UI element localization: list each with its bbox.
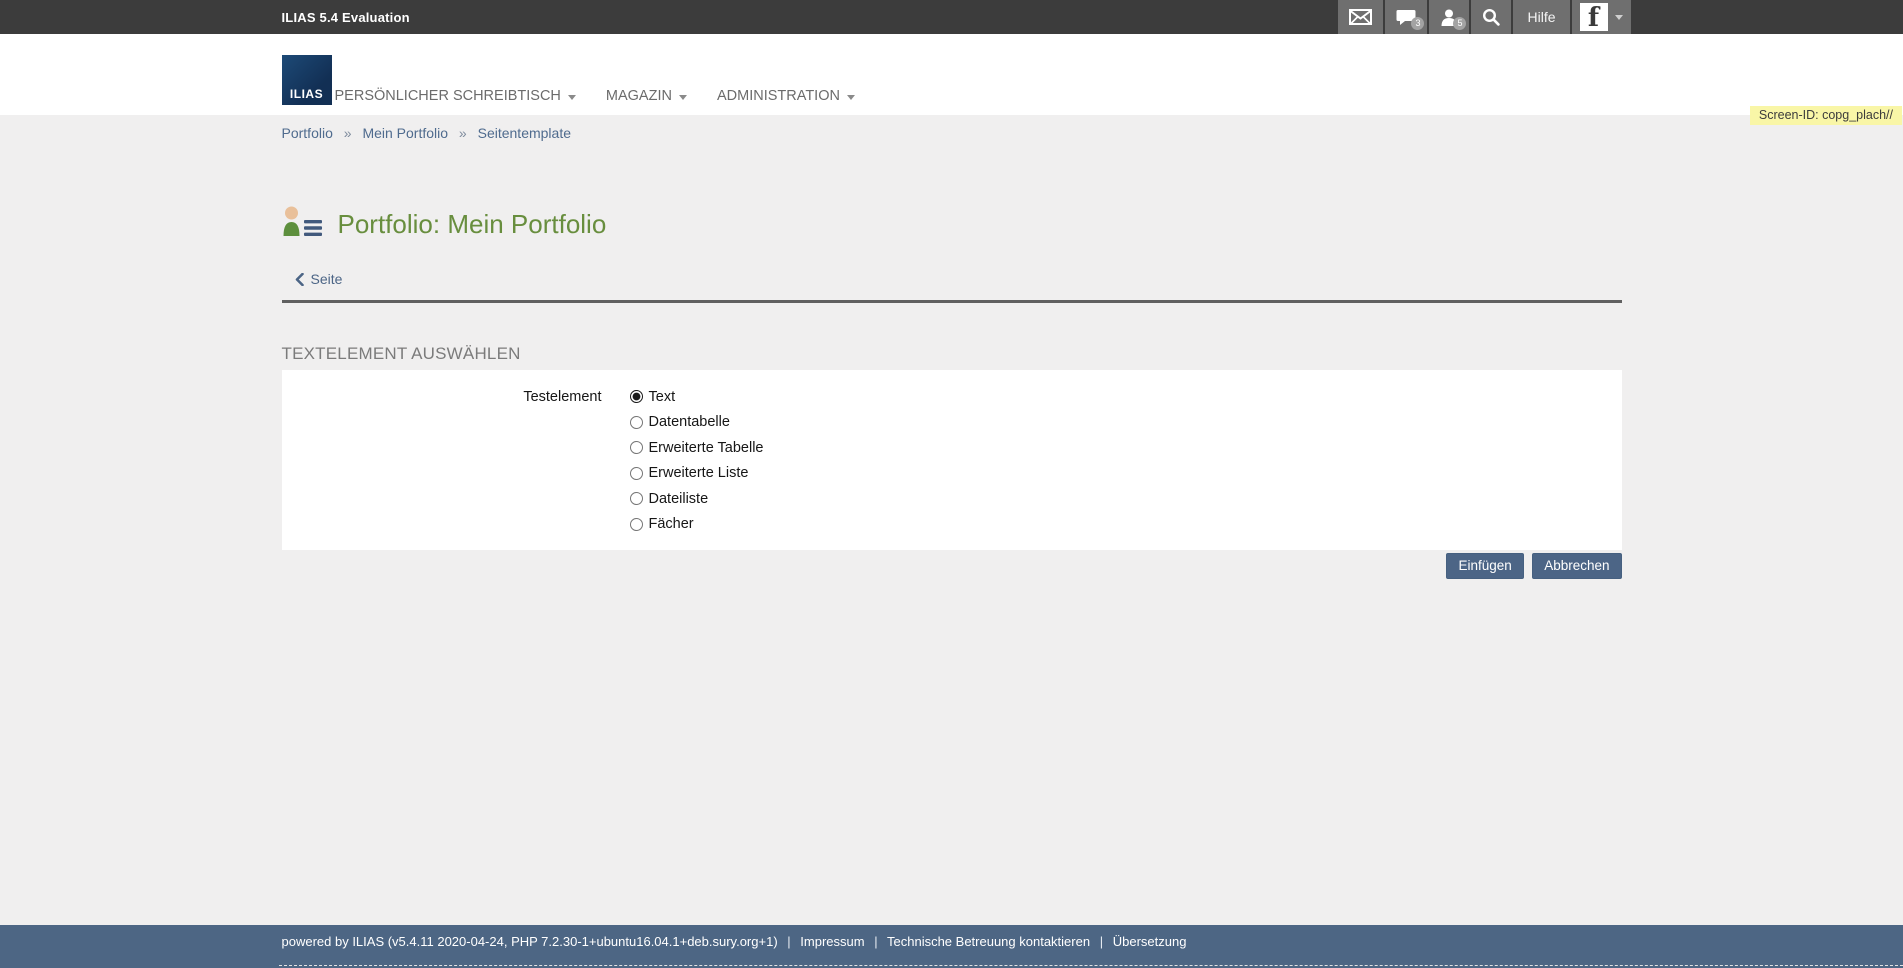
footer-link-support[interactable]: Technische Betreuung kontaktieren — [887, 934, 1090, 949]
radio-option-erweiterte-liste[interactable]: Erweiterte Liste — [630, 463, 764, 483]
main-header: ILIAS PERSÖNLICHER SCHREIBTISCH MAGAZIN … — [0, 34, 1903, 115]
nav-item-magazin[interactable]: MAGAZIN — [606, 88, 687, 104]
page-head: Portfolio: Mein Portfolio — [282, 205, 1622, 244]
chevron-down-icon — [679, 95, 687, 100]
radio-label[interactable]: Erweiterte Liste — [649, 465, 749, 481]
contacts-badge: 5 — [1453, 17, 1466, 30]
breadcrumb: Portfolio » Mein Portfolio » Seitentempl… — [0, 115, 1903, 149]
radio-option-text[interactable]: Text — [630, 387, 764, 407]
form-section-title: TEXTELEMENT AUSWÄHLEN — [282, 344, 1622, 364]
footer-separator: | — [1100, 934, 1103, 949]
radio-label[interactable]: Fächer — [649, 516, 694, 532]
radio-input-erweiterte-tabelle[interactable] — [630, 441, 643, 454]
search-icon — [1482, 8, 1500, 26]
portfolio-icon — [282, 205, 324, 244]
search-button[interactable] — [1469, 0, 1511, 34]
chevron-down-icon — [847, 95, 855, 100]
page-title: Portfolio: Mein Portfolio — [338, 209, 607, 240]
top-bar: ILIAS 5.4 Evaluation 3 5 — [0, 0, 1903, 34]
powered-by-text: powered by ILIAS (v5.4.11 2020-04-24, PH… — [282, 934, 778, 949]
radio-input-text[interactable] — [630, 390, 643, 403]
radio-option-dateiliste[interactable]: Dateiliste — [630, 489, 764, 509]
help-button[interactable]: Hilfe — [1511, 0, 1569, 34]
footer-separator: | — [874, 934, 877, 949]
footer-link-impressum[interactable]: Impressum — [800, 934, 864, 949]
radio-input-faecher[interactable] — [630, 518, 643, 531]
chat-badge: 3 — [1411, 17, 1424, 30]
breadcrumb-seitentemplate[interactable]: Seitentemplate — [478, 125, 571, 141]
breadcrumb-portfolio[interactable]: Portfolio — [282, 125, 333, 141]
ilias-logo[interactable]: ILIAS — [282, 55, 332, 105]
footer-link-uebersetzung[interactable]: Übersetzung — [1113, 934, 1187, 949]
back-tab-seite[interactable]: Seite — [295, 271, 343, 287]
radio-label[interactable]: Datentabelle — [649, 414, 730, 430]
form-command-row: Einfügen Abbrechen — [282, 553, 1622, 579]
screen-id-badge: Screen-ID: copg_plach// — [1750, 106, 1902, 125]
logo-text: ILIAS — [290, 87, 323, 101]
radio-option-erweiterte-tabelle[interactable]: Erweiterte Tabelle — [630, 438, 764, 458]
radio-option-datentabelle[interactable]: Datentabelle — [630, 412, 764, 432]
radio-input-dateiliste[interactable] — [630, 492, 643, 505]
radio-option-faecher[interactable]: Fächer — [630, 514, 764, 534]
footer-separator: | — [787, 934, 790, 949]
chevron-down-icon — [1615, 15, 1623, 20]
radio-label[interactable]: Erweiterte Tabelle — [649, 440, 764, 456]
top-actions: 3 5 Hilfe f — [1336, 0, 1630, 34]
text-element-form: Testelement Text Datentabelle Erweiterte… — [282, 370, 1622, 550]
tab-bar: Seite — [282, 271, 1622, 303]
chevron-left-icon — [295, 273, 304, 286]
mail-button[interactable] — [1336, 0, 1383, 34]
cancel-button[interactable]: Abbrechen — [1532, 553, 1621, 579]
avatar: f — [1580, 3, 1608, 31]
chat-button[interactable]: 3 — [1383, 0, 1427, 34]
insert-button[interactable]: Einfügen — [1446, 553, 1523, 579]
radio-input-erweiterte-liste[interactable] — [630, 467, 643, 480]
field-label-testelement: Testelement — [282, 387, 602, 540]
nav-label: MAGAZIN — [606, 88, 672, 104]
nav-item-administration[interactable]: ADMINISTRATION — [717, 88, 855, 104]
radio-input-datentabelle[interactable] — [630, 416, 643, 429]
help-label: Hilfe — [1527, 9, 1555, 25]
radio-label[interactable]: Text — [649, 389, 676, 405]
footer-dashed-line — [279, 965, 1903, 966]
contacts-button[interactable]: 5 — [1427, 0, 1469, 34]
chevron-down-icon — [568, 95, 576, 100]
footer: powered by ILIAS (v5.4.11 2020-04-24, PH… — [0, 925, 1903, 968]
user-menu-button[interactable]: f — [1570, 0, 1631, 34]
breadcrumb-separator: » — [459, 125, 467, 141]
nav-label: PERSÖNLICHER SCHREIBTISCH — [335, 88, 561, 104]
mail-icon — [1349, 9, 1372, 25]
app-title: ILIAS 5.4 Evaluation — [282, 10, 410, 25]
breadcrumb-separator: » — [344, 125, 352, 141]
breadcrumb-mein-portfolio[interactable]: Mein Portfolio — [362, 125, 448, 141]
nav-item-personal-desktop[interactable]: PERSÖNLICHER SCHREIBTISCH — [335, 88, 576, 104]
radio-label[interactable]: Dateiliste — [649, 491, 709, 507]
back-tab-label: Seite — [311, 271, 343, 287]
avatar-glyph: f — [1588, 5, 1599, 31]
main-nav: PERSÖNLICHER SCHREIBTISCH MAGAZIN ADMINI… — [335, 88, 855, 104]
radio-group-testelement: Text Datentabelle Erweiterte Tabelle Erw… — [630, 387, 764, 540]
main-content: Portfolio: Mein Portfolio Seite TEXTELEM… — [0, 149, 1903, 925]
nav-label: ADMINISTRATION — [717, 88, 840, 104]
